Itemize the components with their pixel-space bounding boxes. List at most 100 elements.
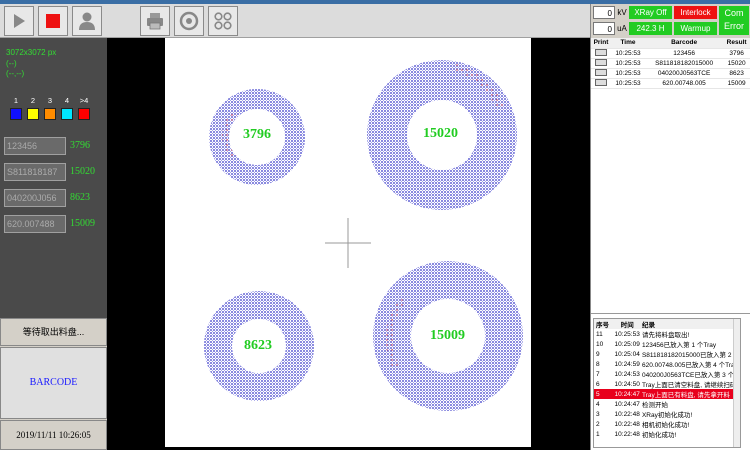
legend-swatch: [44, 108, 56, 120]
log-row[interactable]: 11 10:25:53 请先将料盘取出!: [594, 329, 740, 340]
log-row[interactable]: 1 10:22:48 初始化成功!: [594, 429, 740, 440]
disc-button[interactable]: [174, 6, 204, 36]
print-cell[interactable]: [591, 48, 611, 59]
print-results-table: Print Time Barcode Result 10:25:53 12345…: [591, 38, 750, 89]
table-row[interactable]: 10:25:53 040200J0563TCE 8623: [591, 68, 750, 79]
datetime-display: 2019/11/11 10:26:05: [0, 420, 107, 450]
time-cell: 10:25:53: [610, 58, 646, 69]
stop-icon: [46, 14, 60, 28]
log-row[interactable]: 4 10:24:47 检测开始: [594, 399, 740, 410]
print-results-panel: Print Time Barcode Result 10:25:53 12345…: [591, 38, 750, 314]
table-row[interactable]: 10:25:53 620.00748.005 15009: [591, 78, 750, 89]
ua-unit: uA: [617, 24, 627, 33]
log-time: 10:24:47: [612, 389, 642, 399]
stop-button[interactable]: [38, 6, 68, 36]
tube-current: 242.3 H: [629, 22, 672, 35]
log-time: 10:24:53: [614, 370, 640, 378]
cursor-value: (--,--): [6, 69, 25, 78]
grid-icon: [214, 12, 232, 30]
legend-label: 2: [30, 96, 36, 105]
warmup-status: Warmup: [674, 22, 717, 35]
com-error-status: Com Error: [719, 6, 749, 35]
legend-swatch: [78, 108, 90, 120]
log-no: 3: [596, 410, 600, 418]
log-message: 检测开始: [641, 402, 668, 409]
log-time: 10:24:47: [614, 400, 640, 408]
log-no: 6: [596, 380, 600, 388]
ring-count-1: 3796: [243, 127, 271, 142]
printer-icon[interactable]: [594, 49, 607, 57]
left-bottom-panel: 等待取出料盘... BARCODE 2019/11/11 10:26:05: [0, 318, 107, 450]
log-panel: 序号 时间 纪录 11 10:25:53 请先将料盘取出! 10 10:25:09…: [593, 318, 741, 448]
grid-button[interactable]: [208, 6, 238, 36]
ring-count-3: 8623: [244, 338, 272, 353]
log-row[interactable]: 9 10:25:04 S811818182015000已放入第 2 个: [594, 349, 740, 360]
printer-icon[interactable]: [594, 59, 607, 67]
log-no: 9: [596, 350, 600, 358]
barcode-field[interactable]: 040200J056: [4, 189, 66, 207]
result-cell: 15020: [723, 58, 750, 69]
log-time: 10:22:48: [614, 410, 640, 418]
ua-value: 0: [593, 22, 615, 35]
xray-status: XRay Off: [629, 6, 672, 19]
log-no: 2: [596, 420, 600, 428]
legend-label: >4: [79, 96, 89, 105]
log-row[interactable]: 3 10:22:48 XRay初始化成功!: [594, 409, 740, 420]
log-row[interactable]: 6 10:24:50 Tray上面已清空料盘, 请继续扫码: [594, 379, 740, 390]
table-row[interactable]: 10:25:53 S811818182015000 15020: [591, 58, 750, 69]
log-message: XRay初始化成功!: [641, 412, 693, 419]
barcode-count: 3796: [70, 140, 90, 151]
result-cell: 15009: [723, 78, 750, 89]
printer-icon[interactable]: [594, 69, 607, 77]
log-scrollbar[interactable]: [733, 319, 740, 447]
barcode-count: 8623: [70, 192, 90, 203]
printer-icon[interactable]: [594, 79, 607, 87]
legend-swatch: [61, 108, 73, 120]
log-time: 10:24:59: [614, 360, 640, 368]
log-row[interactable]: 2 10:22:48 相机初始化成功!: [594, 419, 740, 430]
ring-count-2: 15020: [423, 126, 458, 141]
play-button[interactable]: [4, 6, 34, 36]
log-message: Tray上面已有料盘, 请先拿开料: [641, 389, 740, 399]
log-message: Tray上面已清空料盘, 请继续扫码: [641, 382, 737, 389]
barcode-field[interactable]: 123456: [4, 137, 66, 155]
log-message: 620.00748.005已放入第 4 个Tray: [641, 362, 738, 369]
log-no: 11: [596, 330, 603, 338]
log-row[interactable]: 7 10:24:53 040200J0563TCE已放入第 3 个Tr: [594, 369, 740, 380]
time-cell: 10:25:53: [610, 48, 646, 59]
right-panel: Print Time Barcode Result 10:25:53 12345…: [590, 38, 750, 450]
log-row[interactable]: 5 10:24:47 Tray上面已有料盘, 请先拿开料: [594, 389, 740, 399]
user-button[interactable]: [72, 6, 102, 36]
waiting-message: 等待取出料盘...: [0, 318, 107, 346]
barcode-count: 15020: [70, 166, 95, 177]
ring-count-4: 15009: [430, 328, 465, 343]
legend-swatch: [27, 108, 39, 120]
xray-image[interactable]: 3796 15020 8623 15009: [165, 38, 531, 447]
com-label: Com: [724, 8, 744, 18]
print-cell[interactable]: [591, 58, 611, 69]
error-label: Error: [724, 21, 744, 31]
log-no: 1: [596, 430, 600, 438]
status-panel: 0 kV 0 uA XRay Off Interlock 242.3 H War…: [590, 4, 750, 38]
log-message: 相机初始化成功!: [641, 422, 690, 429]
log-message: 初始化成功!: [641, 432, 677, 439]
crosshair: [325, 218, 371, 268]
barcode-field[interactable]: S811818187: [4, 163, 66, 181]
log-row[interactable]: 8 10:24:59 620.00748.005已放入第 4 个Tray: [594, 359, 740, 370]
log-no: 10: [596, 340, 604, 348]
legend-label: 4: [64, 96, 70, 105]
print-cell[interactable]: [591, 78, 611, 89]
barcode-cell: 123456: [645, 48, 724, 59]
print-cell[interactable]: [591, 68, 611, 79]
table-row[interactable]: 10:25:53 123456 3796: [591, 48, 750, 59]
log-message: 请先将料盘取出!: [641, 332, 690, 339]
time-cell: 10:25:53: [610, 68, 646, 79]
log-time: 10:22:48: [614, 420, 640, 428]
toolbar: [0, 4, 590, 38]
legend-label: 3: [47, 96, 53, 105]
col-print: Print: [591, 38, 611, 49]
barcode-field[interactable]: 620.007488: [4, 215, 66, 233]
log-row[interactable]: 10 10:25:09 123456已放入第 1 个Tray: [594, 339, 740, 350]
printer-button[interactable]: [140, 6, 170, 36]
printer-icon: [147, 13, 163, 30]
